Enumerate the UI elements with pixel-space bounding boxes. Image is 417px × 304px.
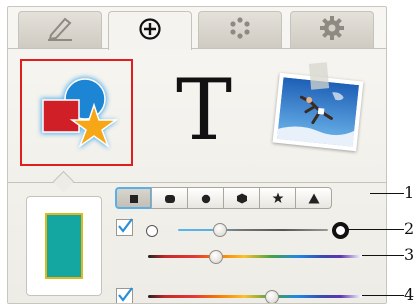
photo-icon bbox=[276, 77, 360, 151]
preview-shape bbox=[45, 213, 83, 279]
shape-preview bbox=[26, 196, 102, 296]
text-tool-label: T bbox=[175, 61, 233, 159]
stroke-color-slider[interactable] bbox=[148, 255, 362, 258]
pencil-icon bbox=[45, 15, 75, 45]
add-circle-icon bbox=[138, 17, 162, 45]
shapes-tool[interactable] bbox=[20, 59, 133, 166]
hexagon-icon bbox=[236, 189, 248, 208]
tab-settings[interactable] bbox=[290, 11, 374, 48]
shapes-icon bbox=[22, 77, 131, 168]
tab-divider bbox=[8, 48, 386, 49]
shape-rounded-rectangle-button[interactable] bbox=[151, 187, 188, 209]
dots-icon bbox=[227, 15, 253, 45]
stroke-color-knob[interactable] bbox=[209, 250, 224, 264]
tab-draw[interactable] bbox=[18, 11, 102, 48]
photo-tape bbox=[308, 62, 330, 90]
rounded-rectangle-icon bbox=[164, 189, 176, 208]
shape-star-button[interactable] bbox=[259, 187, 296, 209]
text-tool[interactable]: T bbox=[164, 65, 244, 155]
stroke-width-slider[interactable] bbox=[178, 229, 328, 231]
circle-icon bbox=[201, 189, 211, 208]
thin-stroke-circle-icon[interactable] bbox=[146, 225, 158, 237]
shape-square-button[interactable] bbox=[115, 187, 152, 209]
callout-number-1: 1 bbox=[404, 183, 415, 202]
fill-color-knob[interactable] bbox=[265, 290, 280, 303]
tab-add[interactable] bbox=[108, 11, 192, 50]
callout-number-3: 3 bbox=[404, 245, 415, 264]
callout-number-4: 4 bbox=[404, 285, 415, 304]
shape-tool-panel: T bbox=[7, 6, 387, 304]
callout-line-2 bbox=[348, 229, 404, 230]
shape-triangle-button[interactable] bbox=[295, 187, 332, 209]
fill-color-slider[interactable] bbox=[148, 295, 362, 298]
stroke-width-knob[interactable] bbox=[213, 223, 227, 237]
tab-effects[interactable] bbox=[198, 11, 282, 48]
selection-pointer bbox=[52, 170, 75, 193]
gear-icon bbox=[319, 15, 345, 45]
shape-hexagon-button[interactable] bbox=[223, 187, 260, 209]
callout-number-2: 2 bbox=[404, 219, 415, 238]
square-icon bbox=[129, 189, 139, 208]
star-icon bbox=[272, 189, 284, 208]
callout-line-3 bbox=[362, 255, 404, 256]
callout-line-1 bbox=[370, 193, 404, 194]
shape-picker bbox=[115, 187, 383, 209]
thick-stroke-circle-icon[interactable] bbox=[332, 222, 349, 239]
shape-circle-button[interactable] bbox=[187, 187, 224, 209]
triangle-icon bbox=[308, 189, 320, 208]
callout-line-4 bbox=[362, 295, 404, 296]
stroke-checkbox[interactable] bbox=[116, 218, 133, 236]
fill-checkbox[interactable] bbox=[116, 287, 133, 303]
